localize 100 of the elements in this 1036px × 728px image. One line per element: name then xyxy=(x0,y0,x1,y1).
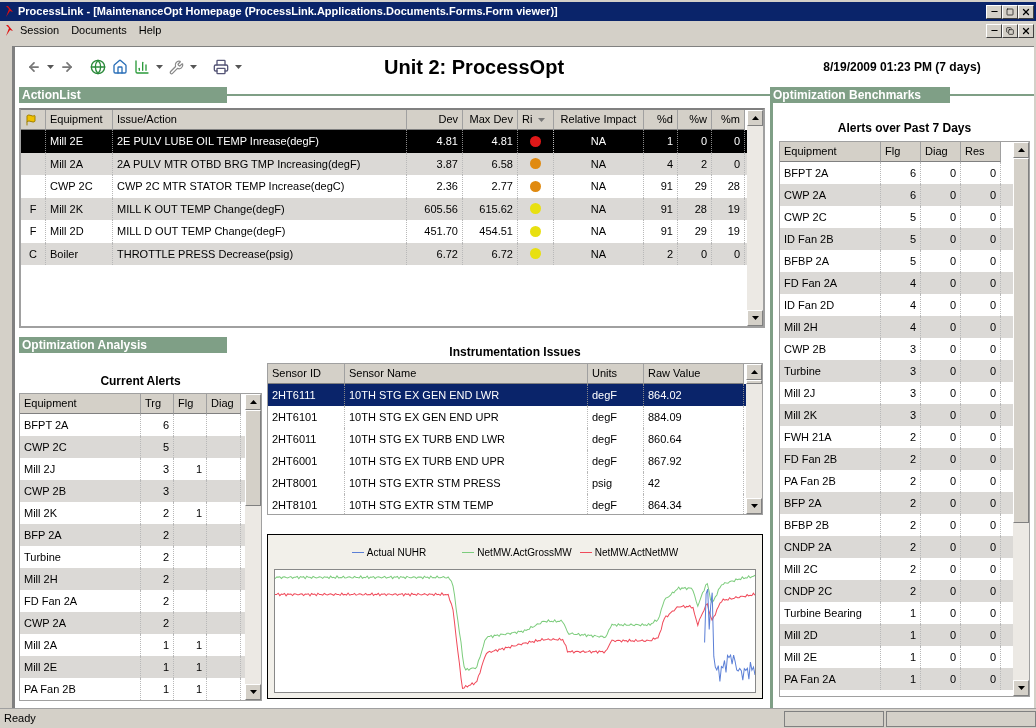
table-cell: Mill 2E xyxy=(46,130,113,153)
up-arrow-icon xyxy=(751,116,759,120)
column-header[interactable]: Res xyxy=(961,142,1001,162)
forward-arrow-icon[interactable] xyxy=(60,60,74,74)
table-cell: Mill 2D xyxy=(46,220,113,243)
table-cell: 2.36 xyxy=(407,175,463,198)
page-heading: Unit 2: ProcessOpt xyxy=(384,55,565,80)
table-cell: 1 xyxy=(141,678,174,700)
down-arrow-icon xyxy=(751,316,759,320)
scroll-down-button[interactable] xyxy=(245,684,261,700)
table-cell: 29 xyxy=(678,175,712,198)
column-header[interactable]: Equipment xyxy=(46,110,113,130)
maximize-button[interactable] xyxy=(1002,4,1018,19)
table-cell: 6.72 xyxy=(463,242,518,265)
table-cell: PA Fan 2A xyxy=(780,668,881,690)
window-title: ProcessLink - [MaintenanceOpt Homepage (ProcessLink.Applications.Documents.Forms.Form viewer)] xyxy=(18,4,559,20)
table-row[interactable]: 2HT6111 10TH STG EX GEN END LWR degF 864.02 xyxy=(268,384,746,406)
dropdown-caret-icon[interactable] xyxy=(190,65,197,69)
column-header[interactable]: Raw Value xyxy=(644,364,744,384)
menu-item[interactable]: Session xyxy=(20,22,60,39)
scroll-thumb[interactable] xyxy=(1013,158,1029,523)
table-cell: 2E PULV LUBE OIL TEMP Inrease(degF) xyxy=(113,130,407,153)
column-header[interactable]: Issue/Action xyxy=(113,110,407,130)
column-header[interactable]: Units xyxy=(588,364,644,384)
table-cell: 4.81 xyxy=(407,130,463,153)
table-cell: THROTTLE PRESS Decrease(psig) xyxy=(113,242,407,265)
table-cell: 1 xyxy=(881,668,921,690)
table-cell: 29 xyxy=(678,220,712,243)
dropdown-caret-icon[interactable] xyxy=(156,65,163,69)
table-row[interactable]: Mill 2A 2A PULV MTR OTBD BRG TMP Increasing(degF) 3.87 6.58 NA 4 2 0 xyxy=(21,152,747,175)
dropdown-caret-icon[interactable] xyxy=(235,65,242,69)
sort-caret-icon xyxy=(538,117,546,122)
table-cell: NA xyxy=(554,175,644,198)
table-cell: 91 xyxy=(644,220,678,243)
close-button[interactable] xyxy=(1018,23,1034,38)
column-header[interactable]: Ri xyxy=(518,110,554,130)
column-header[interactable]: Diag xyxy=(207,394,241,414)
column-header[interactable]: %m xyxy=(712,110,745,130)
scroll-up-button[interactable] xyxy=(747,110,763,126)
column-header[interactable]: %d xyxy=(644,110,678,130)
globe-icon[interactable] xyxy=(90,59,106,75)
scroll-up-button[interactable] xyxy=(1013,142,1029,158)
scroll-up-button[interactable] xyxy=(746,364,762,380)
section-title: Alerts over Past 7 Days xyxy=(836,120,973,135)
column-header[interactable]: Relative Impact xyxy=(554,110,644,130)
column-header[interactable]: Flg xyxy=(174,394,207,414)
table-cell: 91 xyxy=(644,175,678,198)
menu-item[interactable]: Help xyxy=(138,22,162,39)
timestamp: 8/19/2009 01:23 PM (7 days) xyxy=(823,59,981,76)
column-header[interactable]: Equipment xyxy=(780,142,881,162)
column-header[interactable]: Flg xyxy=(881,142,921,162)
scrollbar[interactable] xyxy=(245,394,261,700)
close-button[interactable] xyxy=(1018,4,1034,19)
up-arrow-icon xyxy=(750,370,758,374)
home-icon[interactable] xyxy=(112,59,128,75)
scroll-thumb[interactable] xyxy=(746,380,762,384)
wrench-icon[interactable] xyxy=(169,59,184,75)
legend-label: NetMW.ActNetMW xyxy=(594,545,679,560)
flag-column-header[interactable] xyxy=(21,110,46,130)
table-row[interactable]: C Boiler THROTTLE PRESS Decrease(psig) 6.72 6.72 NA 2 0 0 xyxy=(21,242,747,265)
table-cell: 6.72 xyxy=(407,242,463,265)
down-arrow-icon xyxy=(1017,686,1025,690)
column-header[interactable]: Sensor Name xyxy=(345,364,588,384)
section-title: Current Alerts xyxy=(99,373,182,388)
table-cell: NA xyxy=(554,130,644,153)
bar-chart-icon[interactable] xyxy=(134,59,150,75)
menu-item[interactable]: Documents xyxy=(71,22,127,39)
column-header[interactable]: Equipment xyxy=(20,394,141,414)
scrollbar[interactable] xyxy=(747,110,763,326)
table-cell: CWP 2C xyxy=(46,175,113,198)
column-header[interactable]: %w xyxy=(678,110,712,130)
column-header[interactable]: Sensor ID xyxy=(268,364,345,384)
minimize-button[interactable] xyxy=(986,23,1002,38)
legend-label: Actual NUHR xyxy=(366,545,427,560)
maximize-icon xyxy=(1006,7,1014,16)
scroll-down-button[interactable] xyxy=(746,498,762,514)
scrollbar[interactable] xyxy=(746,364,762,514)
table-row[interactable]: Mill 2E 2E PULV LUBE OIL TEMP Inrease(degF) 4.81 4.81 NA 1 0 0 xyxy=(21,130,747,153)
column-header[interactable]: Trg xyxy=(141,394,174,414)
table-cell: 0 xyxy=(712,242,745,265)
table-cell: 2 xyxy=(644,242,678,265)
scroll-thumb[interactable] xyxy=(245,410,261,506)
printer-icon[interactable] xyxy=(213,59,229,75)
dropdown-caret-icon[interactable] xyxy=(47,65,54,69)
table-row[interactable]: F Mill 2K MILL K OUT TEMP Change(degF) 605.56 615.62 NA 91 28 19 xyxy=(21,197,747,220)
app-logo-icon xyxy=(4,24,14,37)
scrollbar[interactable] xyxy=(1013,142,1029,696)
scroll-down-button[interactable] xyxy=(747,310,763,326)
column-header[interactable]: Max Dev xyxy=(463,110,518,130)
table-cell: 19 xyxy=(712,220,745,243)
table-cell: 1 xyxy=(174,678,207,700)
minimize-button[interactable] xyxy=(986,4,1002,19)
scroll-down-button[interactable] xyxy=(1013,680,1029,696)
column-header[interactable]: Dev xyxy=(407,110,463,130)
restore-button[interactable] xyxy=(1002,23,1018,38)
panel-header: Optimization Benchmarks xyxy=(770,87,950,103)
table-cell: 2.77 xyxy=(463,175,518,198)
column-header[interactable]: Diag xyxy=(921,142,961,162)
scroll-up-button[interactable] xyxy=(245,394,261,410)
table-cell: CWP 2C MTR STATOR TEMP Increase(degC) xyxy=(113,175,407,198)
